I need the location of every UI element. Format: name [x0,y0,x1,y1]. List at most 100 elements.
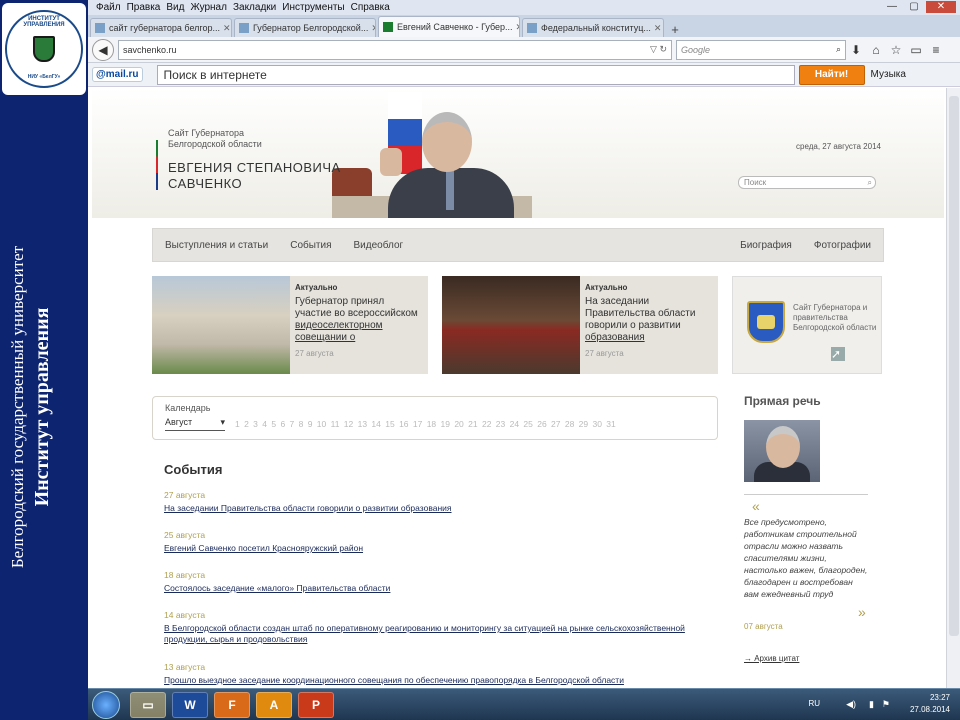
event-item[interactable]: 27 августа На заседании Правительства обл… [164,490,704,514]
tab-3-active[interactable]: Евгений Савченко - Губер...✕ [378,16,520,37]
event-date: 18 августа [164,570,206,580]
news-card-2[interactable]: Актуально На заседании Правительства обл… [442,276,718,374]
new-tab-button[interactable]: + [666,22,684,37]
network-icon[interactable]: ▮ [869,699,874,710]
card-3-text: Сайт Губернатора и правительства Белгоро… [793,303,877,332]
nav-speeches[interactable]: Выступления и статьи [165,240,268,251]
language-indicator[interactable]: RU [808,699,820,708]
close-window-button[interactable]: ✕ [926,1,956,13]
event-title[interactable]: Прошло выездное заседание координационно… [164,675,704,686]
chevron-down-icon: ▾ [220,417,225,427]
favicon-icon [95,23,105,33]
menu-tools[interactable]: Инструменты [282,2,344,13]
search-icon[interactable]: ⌕ [836,44,841,55]
nav-videoblog[interactable]: Видеоблог [354,240,404,251]
favicon-icon [239,23,249,33]
governor-name-line2: САВЧЕНКО [168,176,243,191]
tab-2[interactable]: Губернатор Белгородской...✕ [234,18,376,37]
favicon-icon [527,23,537,33]
government-site-card[interactable]: Сайт Губернатора и правительства Белгоро… [732,276,882,374]
head-shape [422,112,472,172]
home-icon[interactable]: ⌂ [866,43,886,57]
maximize-button[interactable]: ▢ [904,1,924,13]
event-item[interactable]: 18 августа Состоялось заседание «малого» … [164,570,704,594]
tab-4[interactable]: Федеральный конституц... ✕ [522,18,664,37]
site-header: Сайт Губернатора Белгородской области ЕВ… [92,88,944,218]
event-item[interactable]: 14 августа В Белгородской области создан … [164,610,704,645]
menu-view[interactable]: Вид [166,2,184,13]
event-item[interactable]: 25 августа Евгений Савченко посетил Красн… [164,530,704,554]
close-icon[interactable]: ✕ [651,23,662,34]
download-icon[interactable]: ⬇ [846,43,866,57]
search-icon[interactable]: ⌕ [868,177,872,188]
tab-2-label: Губернатор Белгородской... [253,23,369,33]
close-icon[interactable]: ✕ [368,23,375,34]
address-bar[interactable]: savchenko.ru ▽ ↻ [118,39,672,60]
card-1-link[interactable]: видеоселекторном совещании о [295,320,423,344]
event-date: 27 августа [164,490,206,500]
nav-biography[interactable]: Биография [740,240,792,251]
mail-search-input[interactable]: Поиск в интернете [156,64,795,85]
event-date: 14 августа [164,610,206,620]
find-button[interactable]: Найти! [798,64,865,85]
event-title[interactable]: В Белгородской области создан штаб по оп… [164,623,704,645]
search-engine-input[interactable]: Google ⌕ [676,39,846,60]
news-card-1[interactable]: Актуально Губернатор принял участие во в… [152,276,428,374]
star-icon[interactable]: ☆ [886,43,906,57]
site-search-input[interactable]: Поиск ⌕ [738,176,876,189]
close-icon[interactable]: ✕ [513,22,519,33]
month-select[interactable]: Август ▾ [165,417,225,431]
app-icon[interactable]: A [256,692,292,718]
scrollbar-thumb[interactable] [949,96,959,636]
calendar-days[interactable]: 1 2 3 4 5 6 7 8 9 10 11 12 13 14 15 16 1… [235,419,616,429]
back-button[interactable]: ◀ [92,38,114,61]
flag-icon[interactable]: ⚑ [882,699,890,710]
card-2-tag: Актуально [585,283,628,292]
event-title[interactable]: Евгений Савченко посетил Краснояружский … [164,543,704,554]
menu-history[interactable]: Журнал [190,2,227,13]
quote-archive-link[interactable]: → Архив цитат [744,654,799,663]
governor-name-line1: ЕВГЕНИЯ СТЕПАНОВИЧА [168,160,341,175]
clipboard-icon[interactable]: ▭ [906,43,926,57]
quote-close-icon: » [858,604,866,620]
coat-of-arms-icon [747,301,785,343]
clock[interactable]: 23:27 27.08.2014 [910,692,950,716]
menu-help[interactable]: Справка [351,2,390,13]
menu-edit[interactable]: Правка [127,2,161,13]
reload-icon[interactable]: ▽ ↻ [650,44,667,55]
explorer-icon[interactable]: ▭ [130,692,166,718]
arrow-icon[interactable]: ➚ [831,347,845,361]
minimize-button[interactable]: — [882,1,902,13]
nav-photos[interactable]: Фотографии [814,240,871,251]
tab-1[interactable]: сайт губернатора белгор... ✕ [90,18,232,37]
menu-bookmarks[interactable]: Закладки [233,2,276,13]
volume-icon[interactable]: ◀) [846,699,856,710]
quote-text: Все предусмотрено, работникам строительн… [744,517,868,599]
url-text: savchenko.ru [123,44,177,55]
card-1-text: Губернатор принял участие во всероссийск… [295,296,418,319]
favicon-icon [383,22,393,32]
event-title[interactable]: Состоялось заседание «малого» Правительс… [164,583,704,594]
menu-file[interactable]: Файл [96,2,121,13]
word-icon[interactable]: W [172,692,208,718]
scrollbar[interactable] [946,88,960,688]
nav-events[interactable]: События [290,240,331,251]
event-date: 25 августа [164,530,206,540]
event-item[interactable]: 13 августа Прошло выездное заседание коор… [164,662,704,686]
tab-strip: сайт губернатора белгор... ✕ Губернатор Б… [88,15,960,37]
governor-name[interactable]: ЕВГЕНИЯ СТЕПАНОВИЧА САВЧЕНКО [168,160,341,192]
start-button[interactable] [92,691,120,719]
firefox-icon[interactable]: F [214,692,250,718]
menu-icon[interactable]: ≡ [926,43,946,57]
event-title[interactable]: На заседании Правительства области говор… [164,503,704,514]
close-icon[interactable]: ✕ [220,23,231,34]
menu-bar: Файл Правка Вид Журнал Закладки Инструме… [88,0,960,15]
mailru-logo[interactable]: @mail.ru [92,67,143,82]
card-2-link[interactable]: образования [585,332,713,344]
music-button[interactable]: Музыка [871,69,906,80]
tab-3-label: Евгений Савченко - Губер... [397,22,513,32]
site-subtitle-line2: Белгородской области [168,139,262,149]
mail-search-placeholder: Поиск в интернете [163,67,267,82]
navigation-bar: ◀ savchenko.ru ▽ ↻ Google ⌕ ⬇ ⌂ ☆ ▭ ≡ [88,37,960,63]
powerpoint-icon[interactable]: P [298,692,334,718]
